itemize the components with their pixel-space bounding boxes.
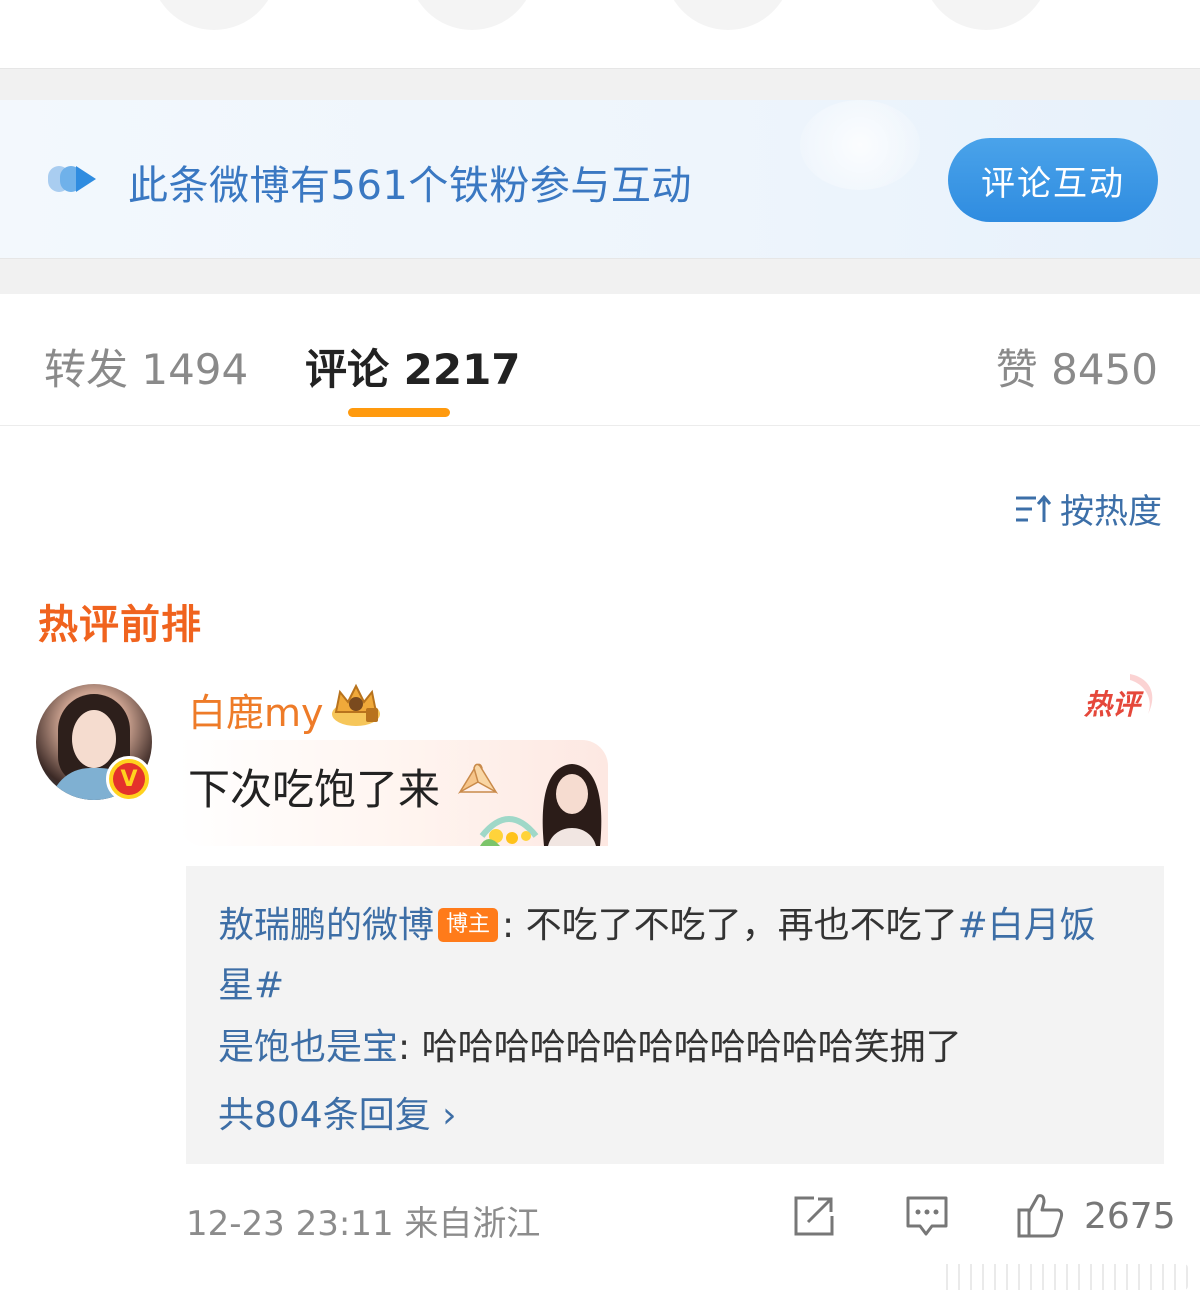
reply-text: 不吃了不吃了，再也不吃了 xyxy=(525,905,958,946)
comment-meta: 12-23 23:11 来自浙江 xyxy=(186,1196,540,1245)
top-action-circle[interactable] xyxy=(150,0,278,30)
view-all-replies-link[interactable]: 共804条回复 › xyxy=(218,1086,457,1138)
clasped-hands-emoji-icon xyxy=(457,763,499,795)
bubble-decoration-flowers-icon xyxy=(479,816,539,846)
comment-text: 下次吃饱了来 xyxy=(188,765,441,814)
section-divider xyxy=(0,258,1200,294)
blogger-tag: 博主 xyxy=(438,908,499,942)
hot-comments-title: 热评前排 xyxy=(38,602,202,648)
comment-icon[interactable] xyxy=(904,1194,950,1238)
like-thumb-icon[interactable] xyxy=(1016,1190,1066,1240)
active-tab-indicator xyxy=(348,408,450,417)
reply-separator: : xyxy=(502,905,526,946)
comment-interact-button[interactable]: 评论互动 xyxy=(948,138,1158,222)
tab-comment[interactable]: 评论 2217 xyxy=(305,336,521,397)
verified-badge-icon: V xyxy=(106,756,152,802)
share-icon[interactable] xyxy=(790,1194,836,1238)
post-tabs: 转发 1494 评论 2217 赞 8450 xyxy=(0,294,1200,426)
reply-author[interactable]: 敖瑞鹏的微博 xyxy=(218,905,434,946)
comment-time: 12-23 23:11 xyxy=(186,1204,394,1244)
hot-comment-badge-icon: 热评 xyxy=(1083,674,1153,721)
sort-label: 按热度 xyxy=(1060,492,1162,532)
comment-like-count: 2675 xyxy=(1084,1196,1176,1237)
comment-location: 来自浙江 xyxy=(404,1204,541,1244)
top-action-circle[interactable] xyxy=(922,0,1050,30)
reply-separator: : xyxy=(398,1027,422,1068)
hot-badge-label: 热评 xyxy=(1083,688,1144,721)
banner-decoration xyxy=(800,100,920,190)
tab-repost[interactable]: 转发 1494 xyxy=(44,336,248,397)
sort-icon xyxy=(1016,494,1052,522)
reply-text: 哈哈哈哈哈哈哈哈哈哈哈哈笑拥了 xyxy=(421,1027,962,1068)
top-action-circle[interactable] xyxy=(408,0,536,30)
section-divider xyxy=(0,68,1200,100)
fans-icon xyxy=(48,166,96,192)
tab-like[interactable]: 赞 8450 xyxy=(996,336,1158,397)
comment-username[interactable]: 白鹿my xyxy=(188,682,324,737)
sort-by-hot-button[interactable]: 按热度 xyxy=(1014,484,1162,533)
fans-interaction-text: 此条微博有561个铁粉参与互动 xyxy=(128,163,692,209)
top-action-circle[interactable] xyxy=(664,0,792,30)
bubble-decoration-portrait-icon xyxy=(542,764,602,846)
decorative-pattern xyxy=(936,1264,1188,1290)
reply-author[interactable]: 是饱也是宝 xyxy=(218,1027,398,1068)
top-action-strip xyxy=(0,0,1200,68)
reply-item: 敖瑞鹏的微博 博主: 不吃了不吃了，再也不吃了#白月饭星# xyxy=(218,896,1118,1016)
reply-item: 是饱也是宝: 哈哈哈哈哈哈哈哈哈哈哈哈笑拥了 xyxy=(218,1018,962,1070)
crown-icon xyxy=(332,683,380,726)
